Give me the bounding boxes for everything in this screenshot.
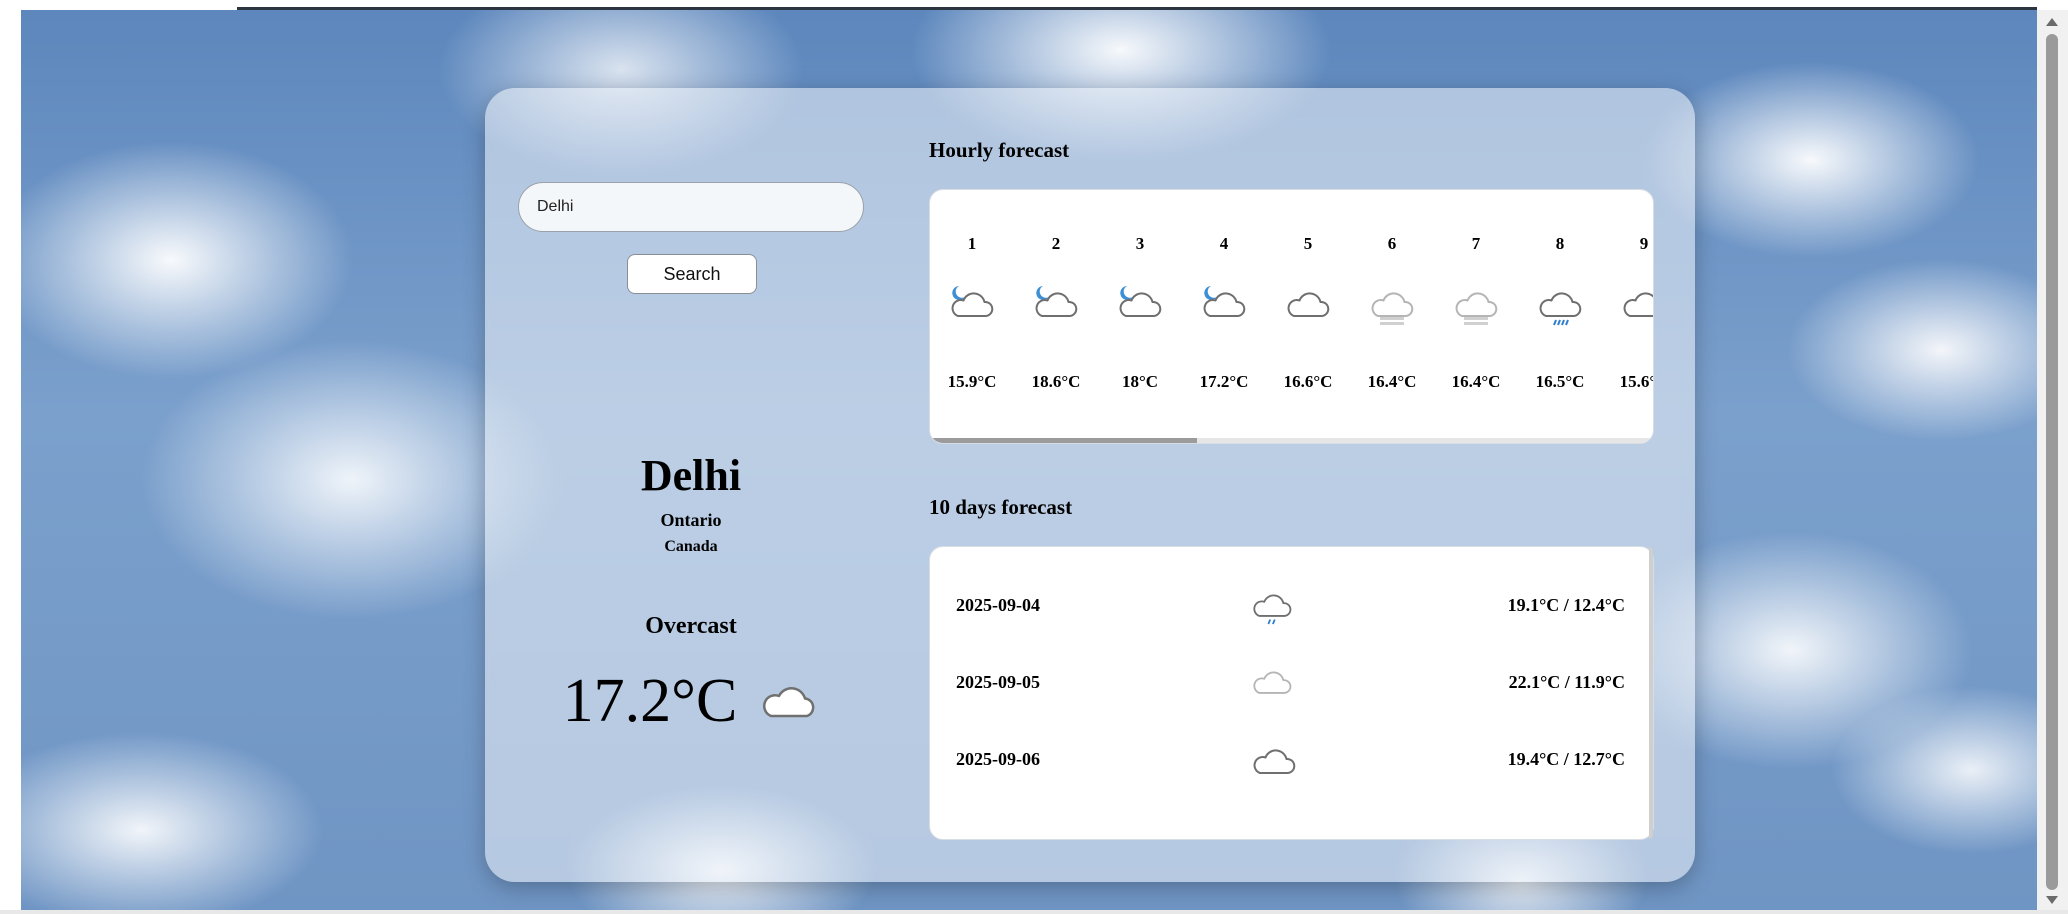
hourly-hour: 2 (1051, 234, 1061, 253)
hourly-temp: 18.6°C (1031, 372, 1081, 391)
partly-cloudy-night-icon (1200, 282, 1248, 328)
daily-date: 2025-09-04 (956, 595, 1040, 615)
light-rain-icon (1250, 585, 1294, 625)
sky-background: Search Delhi Ontario Canada Overcast 17.… (21, 10, 2037, 910)
hourly-hour: 3 (1135, 234, 1145, 253)
daily-forecast-list: 2025-09-04 19.1°C / 12.4°C 2025-09-05 22.1°… (929, 546, 1654, 840)
partly-cloudy-night-icon (1032, 282, 1080, 328)
daily-scrollbar[interactable] (1649, 547, 1653, 839)
cloud-icon (1620, 282, 1653, 328)
light-cloud-icon (1250, 662, 1294, 702)
hourly-hour: 5 (1303, 234, 1313, 253)
hourly-hour: 4 (1219, 234, 1229, 253)
page-scrollbar[interactable] (2037, 10, 2068, 910)
scroll-up-arrow-icon[interactable] (2046, 18, 2058, 26)
cloud-icon (763, 686, 815, 717)
hourly-hour: 6 (1387, 234, 1397, 253)
daily-forecast-title: 10 days forecast (929, 495, 1073, 519)
page-scrollbar-thumb[interactable] (2046, 34, 2058, 890)
current-temp-row: 17.2°C (518, 666, 864, 737)
city-name: Delhi (640, 451, 742, 500)
partly-cloudy-night-icon (1116, 282, 1164, 328)
hourly-temp: 16.4°C (1367, 372, 1417, 391)
bottom-edge (0, 910, 2068, 914)
hourly-temp: 16.6°C (1283, 372, 1333, 391)
hourly-temp: 18°C (1121, 372, 1159, 391)
daily-row: 2025-09-05 22.1°C / 11.9°C (930, 662, 1653, 702)
hourly-temp: 15.6°C (1619, 372, 1653, 391)
hourly-scrollbar-thumb[interactable] (930, 438, 1197, 443)
daily-temp-range: 19.1°C / 12.4°C (1507, 595, 1625, 615)
hourly-hour: 9 (1639, 234, 1649, 253)
hourly-hour: 1 (967, 234, 977, 253)
daily-date: 2025-09-06 (956, 749, 1040, 769)
search-input[interactable] (518, 182, 864, 232)
hourly-forecast-title: Hourly forecast (929, 138, 1070, 162)
hourly-hour: 8 (1555, 234, 1565, 253)
scroll-down-arrow-icon[interactable] (2046, 896, 2058, 904)
region-name: Ontario (660, 510, 722, 530)
hourly-temp: 16.5°C (1535, 372, 1585, 391)
hourly-forecast-strip[interactable]: 1 15.9°C 2 18.6°C 3 18°C 4 17.2°C 5 16.6°C 6 16.4°C… (929, 189, 1654, 444)
country-name: Canada (664, 538, 718, 555)
daily-row: 2025-09-04 19.1°C / 12.4°C (930, 585, 1653, 625)
rain-icon (1536, 282, 1584, 328)
partly-cloudy-night-icon (948, 282, 996, 328)
daily-row: 2025-09-06 19.4°C / 12.7°C (930, 739, 1653, 779)
daily-date: 2025-09-05 (956, 672, 1040, 692)
current-temperature: 17.2°C (562, 667, 738, 735)
hourly-temp: 15.9°C (947, 372, 997, 391)
search-button[interactable]: Search (627, 254, 757, 294)
cloud-icon (1284, 282, 1332, 328)
browser-top-strip (0, 0, 2068, 10)
daily-temp-range: 19.4°C / 12.7°C (1507, 749, 1625, 769)
hourly-temp: 16.4°C (1451, 372, 1501, 391)
current-condition: Overcast (645, 613, 737, 639)
fog-icon (1452, 282, 1500, 328)
hourly-hour: 7 (1471, 234, 1481, 253)
hourly-scrollbar[interactable] (930, 438, 1653, 443)
daily-temp-range: 22.1°C / 11.9°C (1508, 672, 1625, 692)
cloud-icon (1250, 739, 1296, 779)
hourly-temp: 17.2°C (1199, 372, 1249, 391)
weather-panel: Search Delhi Ontario Canada Overcast 17.… (485, 88, 1695, 882)
fog-icon (1368, 282, 1416, 328)
